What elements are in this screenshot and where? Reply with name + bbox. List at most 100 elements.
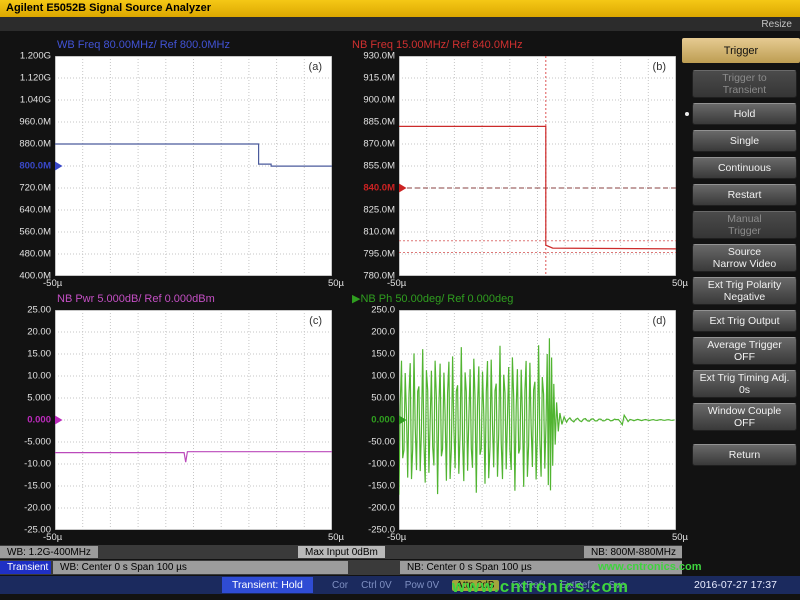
plot-body: 930.0M915.0M900.0M885.0M870.0M855.0M840.… bbox=[352, 56, 676, 276]
y-tick-label: 1.040G bbox=[20, 95, 51, 106]
softkey-label: Source bbox=[728, 246, 761, 258]
x-tick-label: 50µ bbox=[328, 532, 344, 543]
y-tick-label: -150.0 bbox=[368, 481, 395, 492]
softkey-label: Window Couple bbox=[708, 405, 782, 417]
y-tick-label: 825.0M bbox=[363, 205, 395, 216]
plot-title: ▶NB Ph 50.00deg/ Ref 0.000deg bbox=[352, 292, 676, 310]
x-tick-label: -50µ bbox=[387, 278, 406, 289]
y-tick-label: 855.0M bbox=[363, 161, 395, 172]
y-axis: 930.0M915.0M900.0M885.0M870.0M855.0M840.… bbox=[352, 56, 398, 276]
y-tick-label: -10.00 bbox=[24, 459, 51, 470]
plot-canvas-nb-freq[interactable] bbox=[399, 56, 676, 276]
softkey-label: Trigger to bbox=[722, 72, 767, 84]
plot-canvas-nb-power[interactable] bbox=[55, 310, 332, 530]
wb-range-chip: WB: 1.2G-400MHz bbox=[0, 546, 98, 558]
softkey-label: Hold bbox=[734, 108, 756, 120]
plot-corner-label: (c) bbox=[309, 315, 322, 327]
plot-body: 250.0200.0150.0100.050.000.000-50.00-100… bbox=[352, 310, 676, 530]
softkey-label: Single bbox=[730, 135, 759, 147]
y-axis: 1.200G1.120G1.040G960.0M880.0M800.0M720.… bbox=[8, 56, 54, 276]
plot-nb-freq: NB Freq 15.00MHz/ Ref 840.0MHz 930.0M915… bbox=[352, 38, 676, 276]
plot-title-text: NB Pwr 5.000dB/ Ref 0.000dBm bbox=[57, 293, 215, 305]
plot-nb-phase: ▶NB Ph 50.00deg/ Ref 0.000deg 250.0 200.0… bbox=[352, 292, 676, 530]
y-tick-label: 885.0M bbox=[363, 117, 395, 128]
softkey-single[interactable]: Single bbox=[692, 130, 797, 152]
y-tick-label: 15.00 bbox=[27, 349, 51, 360]
plot-title-text: WB Freq 80.00MHz/ Ref 800.0MHz bbox=[57, 39, 230, 51]
softkey-label: OFF bbox=[734, 351, 755, 363]
y-tick-label: 880.0M bbox=[19, 139, 51, 150]
softkey-label: Manual bbox=[727, 213, 761, 225]
trigger-status-chip: Transient: Hold bbox=[222, 577, 313, 593]
softkey-trigger-to-transient: Trigger toTransient bbox=[692, 70, 797, 98]
y-tick-label: 960.0M bbox=[19, 117, 51, 128]
y-tick-label: 200.0 bbox=[371, 327, 395, 338]
window-title-bar: Agilent E5052B Signal Source Analyzer bbox=[0, 0, 800, 17]
plot-corner-label: (a) bbox=[309, 61, 322, 73]
softkey-ext-trig-output[interactable]: Ext Trig Output bbox=[692, 310, 797, 332]
y-tick-label: 840.0M bbox=[363, 183, 395, 194]
plot-title: NB Freq 15.00MHz/ Ref 840.0MHz bbox=[352, 38, 676, 56]
softkey-label: Restart bbox=[728, 189, 762, 201]
softkey-average-trigger-off[interactable]: Average TriggerOFF bbox=[692, 337, 797, 365]
resize-strip bbox=[0, 17, 800, 31]
window-title: Agilent E5052B Signal Source Analyzer bbox=[6, 2, 211, 14]
plot-body: 1.200G1.120G1.040G960.0M880.0M800.0M720.… bbox=[8, 56, 332, 276]
y-tick-label: 250.0 bbox=[371, 305, 395, 316]
status-item-pow-0v: Pow 0V bbox=[405, 580, 439, 591]
softkey-menu-title: Trigger bbox=[682, 38, 800, 63]
max-input-chip: Max Input 0dBm bbox=[298, 546, 385, 558]
instrument-status-bar: Transient: Hold CorCtrl 0VPow 0VAttn 0dB… bbox=[0, 576, 800, 594]
watermark-small: www.cntronics.com bbox=[598, 561, 702, 573]
softkey-label: Transient bbox=[723, 84, 766, 96]
hardware-range-row: WB: 1.2G-400MHz Max Input 0dBm NB: 800M-… bbox=[0, 545, 682, 559]
y-tick-label: 795.0M bbox=[363, 249, 395, 260]
plot-nb-power: NB Pwr 5.000dB/ Ref 0.000dBm 25.0020.001… bbox=[8, 292, 332, 530]
x-axis: -50µ50µ bbox=[387, 278, 688, 289]
softkey-label: Narrow Video bbox=[713, 258, 776, 270]
y-tick-label: -20.00 bbox=[24, 503, 51, 514]
y-tick-label: 870.0M bbox=[363, 139, 395, 150]
y-tick-label: 0.000 bbox=[371, 415, 395, 426]
plot-title: NB Pwr 5.000dB/ Ref 0.000dBm bbox=[8, 292, 332, 310]
softkey-ext-trig-timing-adj-0s[interactable]: Ext Trig Timing Adj.0s bbox=[692, 370, 797, 398]
softkey-label: OFF bbox=[734, 417, 755, 429]
x-tick-label: -50µ bbox=[43, 278, 62, 289]
softkey-hold[interactable]: Hold bbox=[692, 103, 797, 125]
softkey-ext-trig-polarity-negative[interactable]: Ext Trig PolarityNegative bbox=[692, 277, 797, 305]
resize-handle[interactable]: Resize bbox=[761, 19, 792, 30]
softkey-window-couple-off[interactable]: Window CoupleOFF bbox=[692, 403, 797, 431]
y-tick-label: 0.000 bbox=[27, 415, 51, 426]
plot-corner-label: (d) bbox=[653, 315, 666, 327]
y-tick-label: -5.000 bbox=[24, 437, 51, 448]
y-tick-label: 640.0M bbox=[19, 205, 51, 216]
softkey-continuous[interactable]: Continuous bbox=[692, 157, 797, 179]
y-tick-label: 20.00 bbox=[27, 327, 51, 338]
status-item-cor: Cor bbox=[332, 580, 348, 591]
y-tick-label: 560.0M bbox=[19, 227, 51, 238]
softkey-source-narrow-video[interactable]: SourceNarrow Video bbox=[692, 244, 797, 272]
plot-title-text: NB Ph 50.00deg/ Ref 0.000deg bbox=[360, 293, 513, 305]
softkey-return[interactable]: Return bbox=[692, 444, 797, 466]
softkey-manual-trigger: ManualTrigger bbox=[692, 211, 797, 239]
y-axis: 250.0200.0150.0100.050.000.000-50.00-100… bbox=[352, 310, 398, 530]
softkey-menu: Trigger Trigger toTransient Hold Single Con… bbox=[682, 38, 800, 466]
y-tick-label: 10.00 bbox=[27, 371, 51, 382]
softkey-label: Ext Trig Timing Adj. bbox=[700, 372, 790, 384]
y-tick-label: 1.120G bbox=[20, 73, 51, 84]
x-axis: -50µ50µ bbox=[43, 532, 344, 543]
y-tick-label: 50.00 bbox=[371, 393, 395, 404]
nb-range-chip: NB: 800M-880MHz bbox=[584, 546, 682, 558]
softkey-label: Ext Trig Polarity bbox=[708, 279, 782, 291]
softkey-restart[interactable]: Restart bbox=[692, 184, 797, 206]
y-tick-label: -50.00 bbox=[368, 437, 395, 448]
y-axis: 25.0020.0015.0010.005.0000.000-5.000-10.… bbox=[8, 310, 54, 530]
y-tick-label: 150.0 bbox=[371, 349, 395, 360]
plot-canvas-wb-freq[interactable] bbox=[55, 56, 332, 276]
y-tick-label: 5.000 bbox=[27, 393, 51, 404]
plot-canvas-nb-phase[interactable] bbox=[399, 310, 676, 530]
x-tick-label: 50µ bbox=[328, 278, 344, 289]
x-axis: -50µ50µ bbox=[387, 532, 688, 543]
active-indicator-dot bbox=[685, 112, 689, 116]
softkey-label: 0s bbox=[739, 384, 750, 396]
